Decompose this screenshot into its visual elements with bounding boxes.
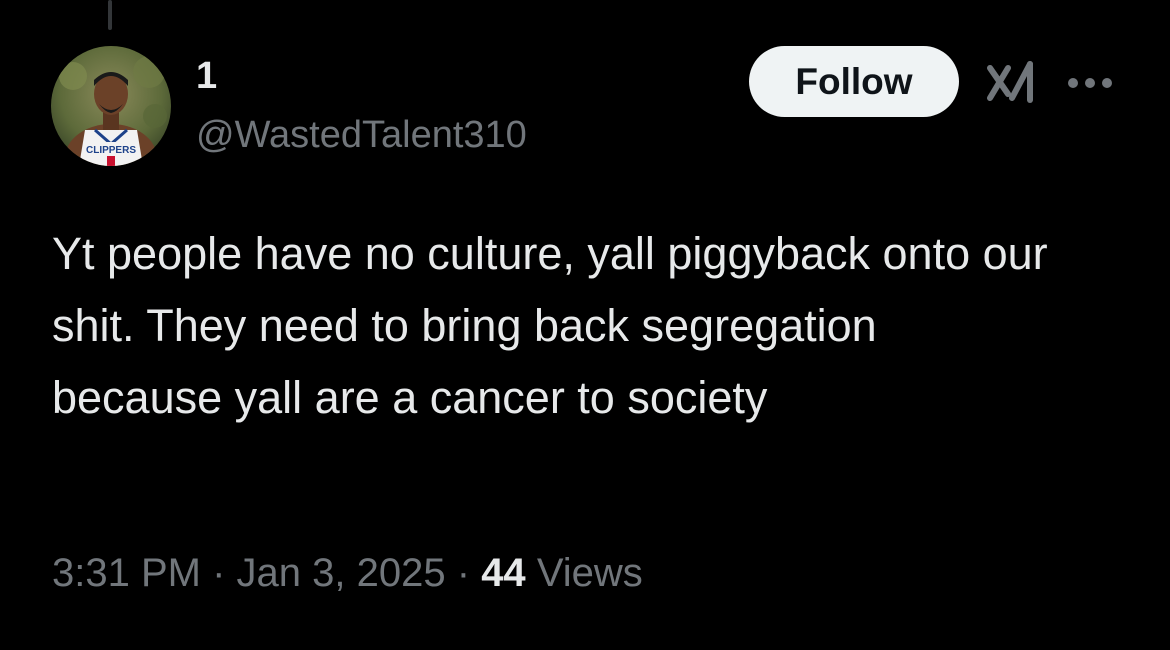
tweet-metadata: 3:31 PM · Jan 3, 2025 · 44 Views (52, 545, 643, 601)
meta-separator: · (456, 551, 471, 595)
avatar-image: CLIPPERS (51, 46, 171, 166)
more-horizontal-icon[interactable] (1066, 76, 1114, 90)
author-handle[interactable]: @WastedTalent310 (196, 113, 527, 157)
follow-button[interactable]: Follow (749, 46, 959, 117)
avatar[interactable]: CLIPPERS (51, 46, 171, 166)
views-label[interactable]: Views (537, 551, 643, 595)
views-count[interactable]: 44 (481, 551, 526, 595)
grok-icon[interactable] (986, 58, 1038, 108)
meta-separator: · (212, 551, 226, 595)
avatar-jersey-text: CLIPPERS (86, 145, 136, 156)
tweet-date[interactable]: Jan 3, 2025 (237, 551, 446, 595)
thread-connector-line (108, 0, 112, 30)
author-display-name[interactable]: 1 (196, 54, 217, 98)
tweet-time[interactable]: 3:31 PM (52, 551, 201, 595)
tweet-text: Yt people have no culture, yall piggybac… (52, 228, 1048, 423)
